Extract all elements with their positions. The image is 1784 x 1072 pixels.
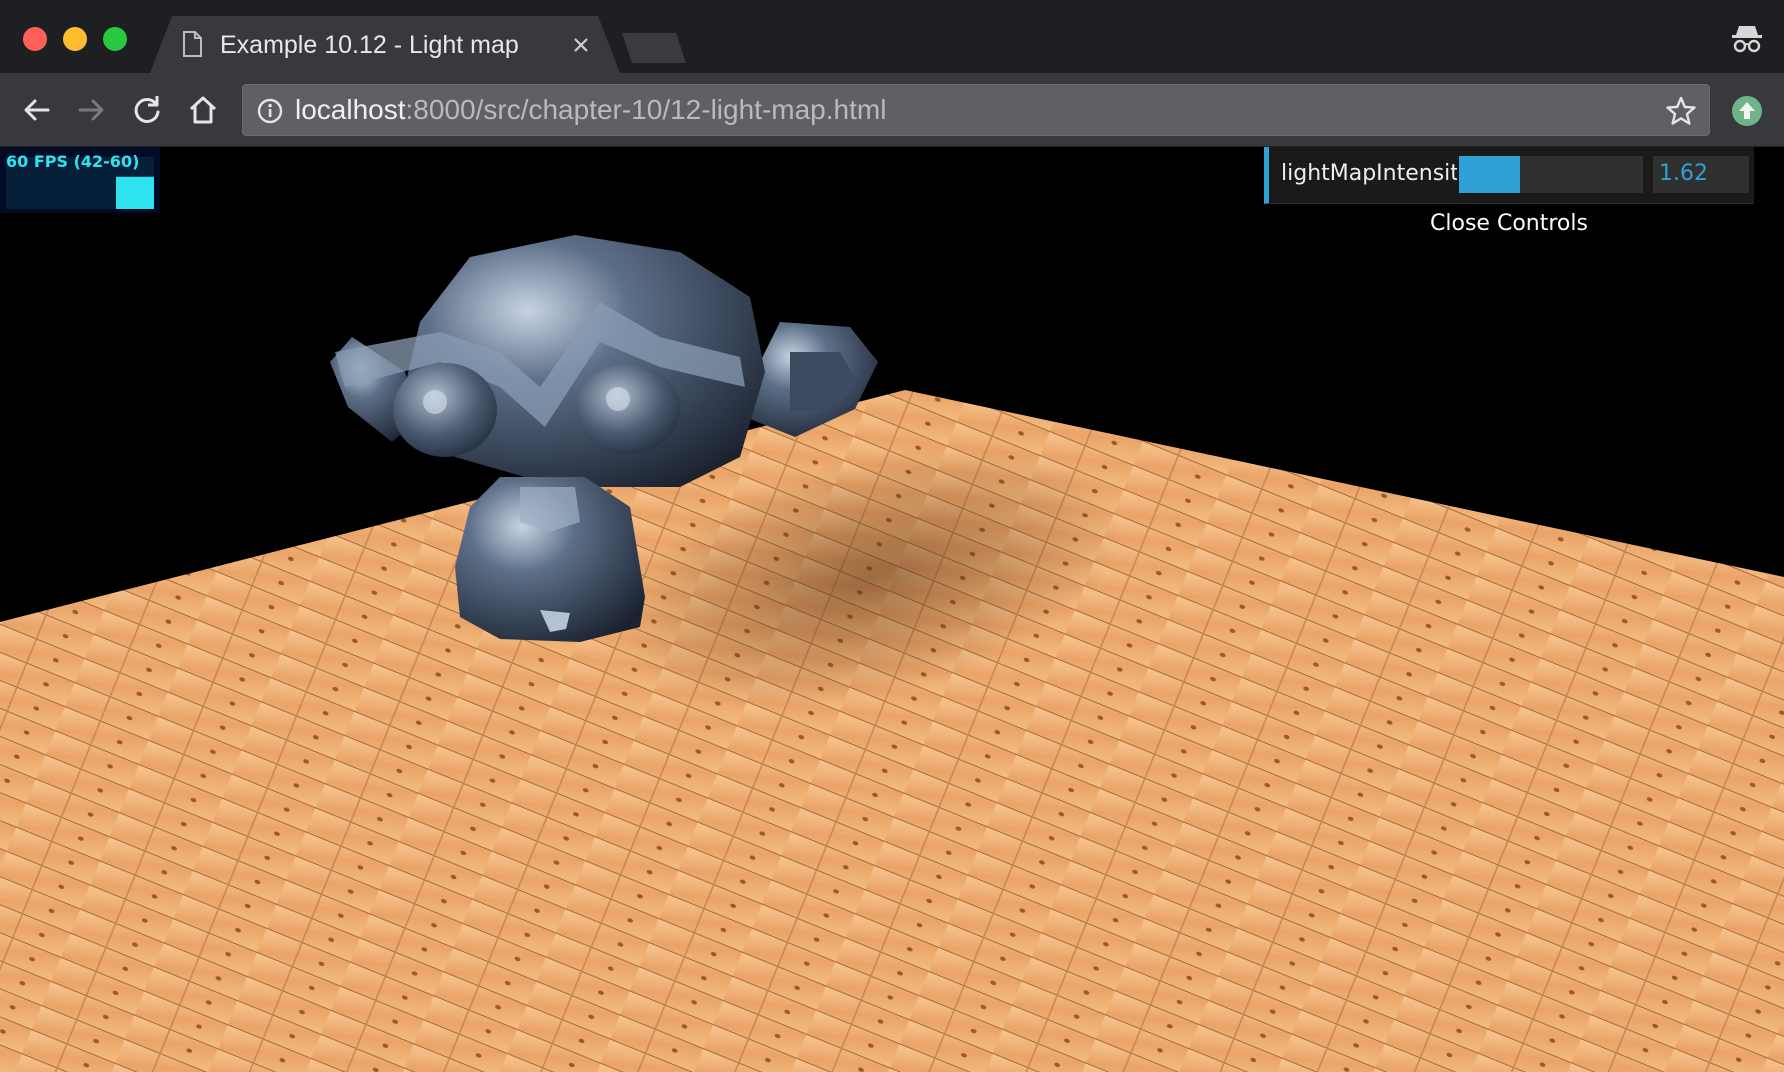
- url-path: :8000/src/chapter-10/12-light-map.html: [405, 94, 887, 125]
- close-controls-button[interactable]: Close Controls: [1264, 204, 1754, 244]
- home-icon[interactable]: [186, 93, 220, 127]
- stats-panel: 60 FPS (42-60): [0, 147, 160, 213]
- lightmap-intensity-value[interactable]: 1.62: [1653, 156, 1749, 193]
- lightmap-intensity-slider[interactable]: [1459, 156, 1643, 193]
- slider-fill: [1459, 156, 1520, 193]
- url-text[interactable]: localhost:8000/src/chapter-10/12-light-m…: [295, 94, 886, 126]
- info-icon[interactable]: [257, 98, 283, 124]
- document-icon: [183, 31, 202, 57]
- close-tab-icon[interactable]: [572, 36, 590, 54]
- title-bar: Example 10.12 - Light map: [0, 0, 1784, 73]
- url-host: localhost: [295, 94, 406, 125]
- control-name: lightMapIntensity: [1281, 161, 1457, 186]
- fps-graph-fill: [116, 176, 154, 209]
- gui-control-row[interactable]: lightMapIntensity 1.62: [1264, 147, 1754, 204]
- incognito-icon: [1732, 26, 1762, 53]
- back-arrow-icon[interactable]: [20, 93, 54, 127]
- reload-icon[interactable]: [130, 93, 164, 127]
- browser-tab[interactable]: Example 10.12 - Light map: [150, 16, 620, 73]
- update-icon[interactable]: [1730, 94, 1764, 128]
- browser-toolbar: localhost:8000/src/chapter-10/12-light-m…: [0, 73, 1784, 147]
- scene-canvas[interactable]: 60 FPS (42-60): [0, 147, 1784, 1072]
- maximize-window-button[interactable]: [103, 27, 127, 51]
- tab-title: Example 10.12 - Light map: [220, 31, 519, 59]
- minimize-window-button[interactable]: [63, 27, 87, 51]
- fps-label: 60 FPS (42-60): [6, 152, 139, 171]
- forward-arrow-icon[interactable]: [74, 93, 108, 127]
- new-tab-button[interactable]: [622, 33, 686, 63]
- close-window-button[interactable]: [23, 27, 47, 51]
- bookmark-star-icon[interactable]: [1665, 95, 1697, 127]
- webgl-viewport[interactable]: 60 FPS (42-60) lightMapIntensity 1.62 Cl…: [0, 147, 1784, 1072]
- address-bar[interactable]: localhost:8000/src/chapter-10/12-light-m…: [242, 84, 1710, 136]
- gui-panel: lightMapIntensity 1.62 Close Controls: [1264, 147, 1754, 244]
